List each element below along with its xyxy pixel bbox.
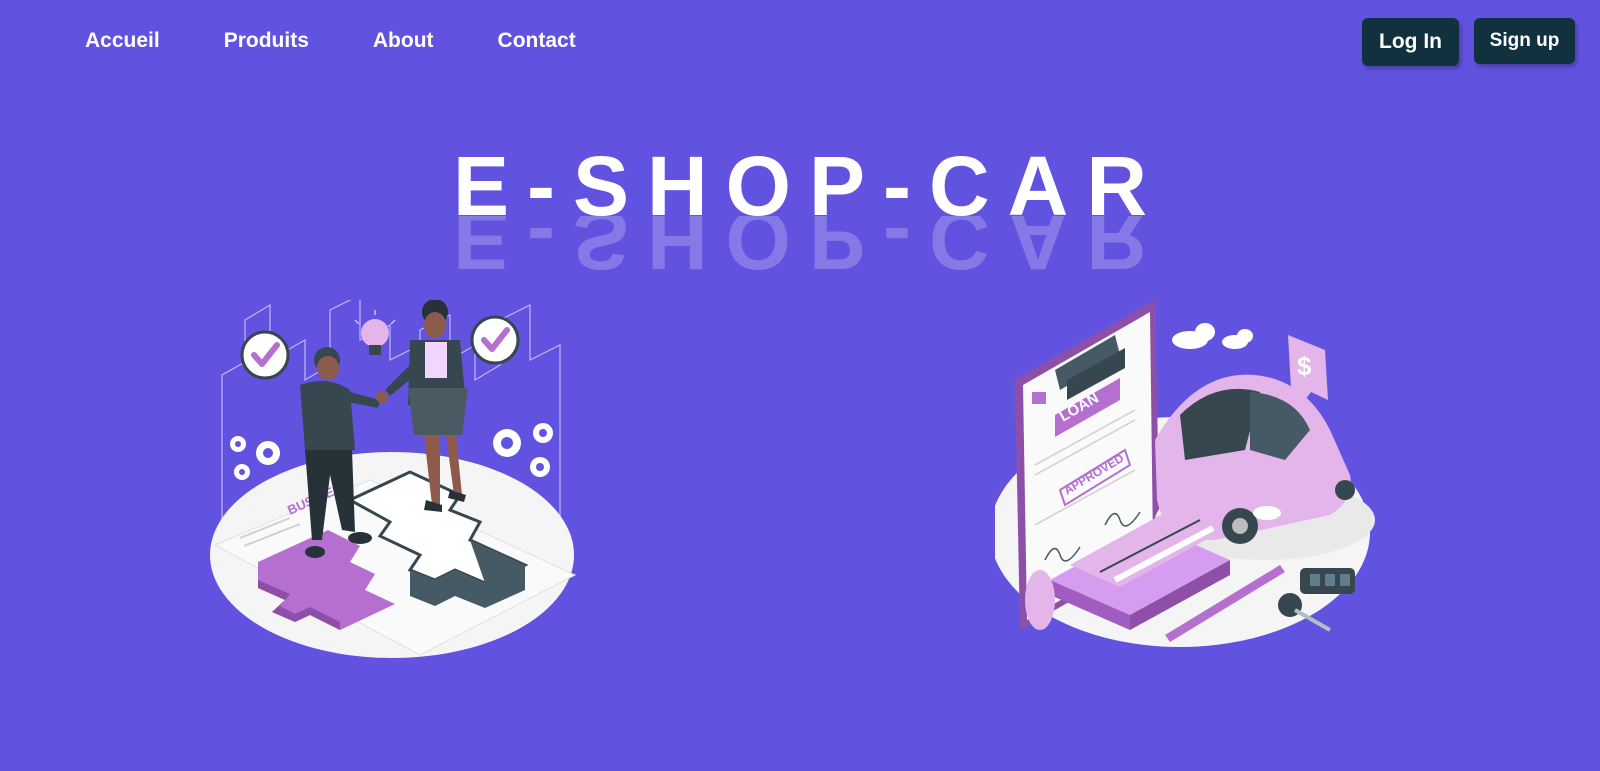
nav-links: Accueil Produits About Contact — [85, 29, 576, 53]
nav-link-contact[interactable]: Contact — [498, 29, 576, 53]
business-handshake-illustration: BUSINESS — [210, 294, 590, 680]
bank-icon — [1032, 392, 1046, 404]
auth-buttons: Log In Sign up — [1362, 18, 1575, 66]
gear-icon-left — [230, 436, 280, 480]
plant-icon — [1025, 570, 1055, 630]
signup-button[interactable]: Sign up — [1474, 18, 1575, 64]
lightbulb-icon — [354, 310, 396, 355]
car-loan-svg: LOAN APPROVED $ — [990, 300, 1375, 647]
check-icon-left — [240, 330, 290, 380]
check-icon-right — [470, 315, 520, 365]
nav-link-produits[interactable]: Produits — [224, 29, 309, 53]
dollar-text: $ — [1297, 351, 1312, 381]
nav-link-accueil[interactable]: Accueil — [85, 29, 160, 53]
business-handshake-svg: BUSINESS — [210, 294, 577, 658]
hero-title-reflection: E-SHOP-CAR — [452, 216, 1165, 286]
car-loan-illustration: LOAN APPROVED $ — [990, 300, 1415, 660]
login-button[interactable]: Log In — [1362, 18, 1459, 66]
gear-icon-right — [493, 423, 553, 477]
cloud-icon — [1172, 323, 1253, 349]
navbar: Accueil Produits About Contact Log In Si… — [0, 0, 1600, 82]
nav-link-about[interactable]: About — [373, 29, 434, 53]
